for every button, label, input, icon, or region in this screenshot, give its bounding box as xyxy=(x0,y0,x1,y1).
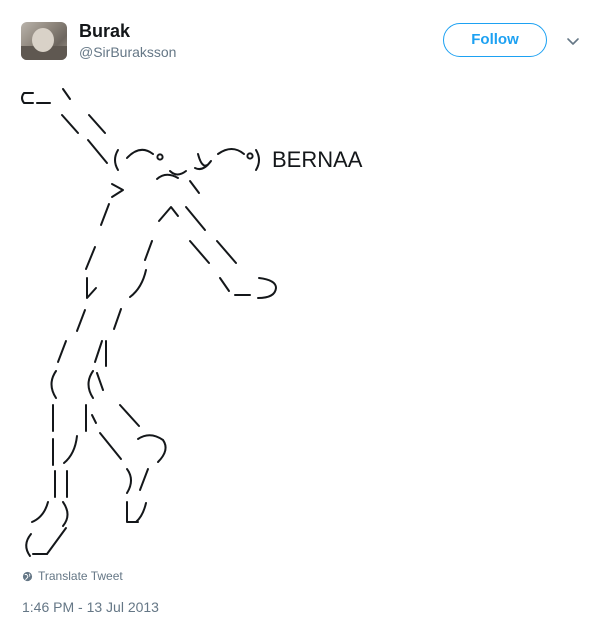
chevron-down-icon[interactable] xyxy=(565,33,581,49)
tweet-body: BERNAA xyxy=(0,70,602,560)
avatar-face xyxy=(32,28,54,52)
translate-tweet-link[interactable]: Translate Tweet xyxy=(22,569,123,583)
globe-icon xyxy=(22,571,33,581)
translate-label[interactable]: Translate Tweet xyxy=(38,569,123,583)
tweet-header: Burak @SirBuraksson Follow xyxy=(0,0,602,70)
user-handle[interactable]: @SirBuraksson xyxy=(79,44,176,60)
tweet-text: BERNAA xyxy=(272,147,363,172)
avatar[interactable] xyxy=(21,22,67,60)
follow-button[interactable]: Follow xyxy=(443,23,547,57)
tweet-timestamp[interactable]: 1:46 PM - 13 Jul 2013 xyxy=(22,599,159,615)
user-name[interactable]: Burak xyxy=(79,21,130,42)
ascii-art-figure xyxy=(21,88,277,557)
